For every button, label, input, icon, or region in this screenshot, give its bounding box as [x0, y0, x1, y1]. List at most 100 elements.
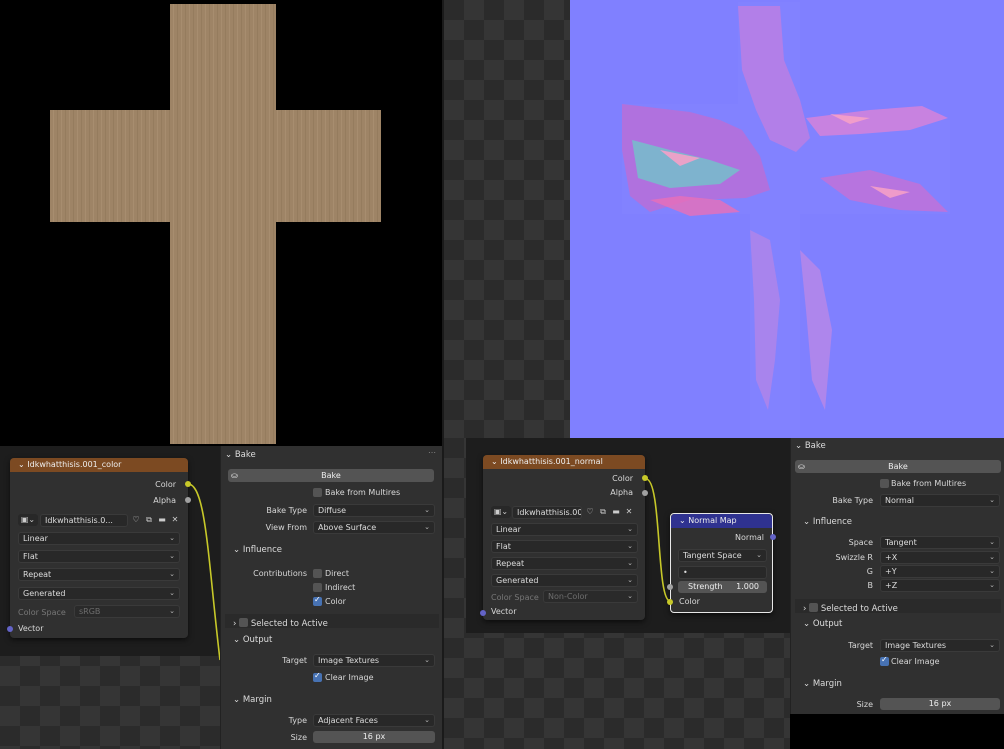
strength-field[interactable]: Strength 1.000 — [678, 581, 767, 593]
input-vector-socket[interactable] — [480, 610, 486, 616]
output-subpanel-header[interactable]: ⌄ Output — [233, 635, 272, 645]
space-label: Space — [848, 538, 873, 547]
clear-image-checkbox[interactable] — [313, 671, 322, 682]
folder-icon[interactable]: ▬ — [610, 506, 622, 518]
indirect-checkbox[interactable] — [313, 583, 322, 592]
bake-type-label: Bake Type — [832, 496, 873, 505]
margin-type-dropdown[interactable]: Adjacent Faces ⌄ — [313, 714, 435, 727]
extension-dropdown[interactable]: Repeat ⌄ — [491, 557, 638, 570]
image-texture-node-normal[interactable]: ⌄ Idkwhatthisis.001_normal Color Alpha ▣… — [480, 455, 648, 620]
output-alpha-socket[interactable] — [642, 490, 648, 496]
node-title: Normal Map — [688, 516, 737, 525]
folder-icon[interactable]: ▬ — [156, 514, 168, 526]
space-dropdown[interactable]: Tangent Space ⌄ — [678, 549, 767, 562]
image-browse-icon[interactable]: ▣⌄ — [18, 514, 38, 526]
input-strength-socket[interactable] — [667, 584, 673, 590]
close-icon[interactable]: ✕ — [623, 506, 635, 518]
normal-bake-image — [570, 0, 1004, 438]
bake-panel-left: ⌄ Bake ⋯ ⛀ Bake Bake from Multires Bake T… — [220, 446, 442, 749]
image-texture-node-color[interactable]: ⌄ Idkwhatthisis.001_color Color Alpha ▣⌄… — [7, 458, 191, 638]
fake-user-icon[interactable]: ♡ — [130, 514, 142, 526]
bake-panel-header[interactable]: ⌄ Bake — [795, 441, 826, 451]
drag-handle-icon[interactable]: ⋯ — [428, 448, 436, 457]
color-space-label: Color Space — [18, 608, 66, 617]
target-dropdown[interactable]: Image Textures ⌄ — [880, 639, 1000, 652]
source-dropdown[interactable]: Generated ⌄ — [491, 574, 638, 587]
output-normal-socket[interactable] — [770, 534, 776, 540]
interpolation-dropdown[interactable]: Linear ⌄ — [491, 523, 638, 536]
input-color-label: Color — [679, 597, 700, 606]
output-color-socket[interactable] — [185, 481, 191, 487]
selected-to-active-header[interactable]: › Selected to Active — [233, 617, 328, 629]
color-bake-image — [0, 0, 444, 446]
input-color-socket[interactable] — [667, 599, 673, 605]
target-label: Target — [282, 656, 307, 665]
margin-type-label: Type — [288, 716, 307, 725]
clear-image-label: Clear Image — [325, 673, 374, 682]
image-editor-right-background — [444, 0, 570, 438]
influence-subpanel-header[interactable]: ⌄ Influence — [233, 545, 282, 555]
bake-type-dropdown[interactable]: Diffuse ⌄ — [313, 504, 435, 517]
output-color-socket[interactable] — [642, 475, 648, 481]
target-dropdown[interactable]: Image Textures ⌄ — [313, 654, 435, 667]
output-alpha-label: Alpha — [610, 488, 633, 497]
wood-cross-texture — [50, 4, 381, 444]
bake-from-multires-label: Bake from Multires — [891, 479, 967, 488]
bake-button[interactable]: ⛀ Bake — [795, 460, 1001, 473]
output-alpha-socket[interactable] — [185, 497, 191, 503]
bake-button[interactable]: ⛀ Bake — [228, 469, 434, 482]
direct-label: Direct — [325, 569, 349, 578]
bake-type-dropdown[interactable]: Normal ⌄ — [880, 494, 1000, 507]
swizzle-r-dropdown[interactable]: +X ⌄ — [880, 551, 1000, 564]
swizzle-r-label: Swizzle R — [835, 553, 874, 562]
bake-from-multires-checkbox[interactable] — [313, 488, 322, 497]
image-name-field[interactable]: Idkwhatthisis.0... — [40, 514, 128, 527]
bake-from-multires-checkbox[interactable] — [880, 479, 889, 488]
swizzle-b-dropdown[interactable]: +Z ⌄ — [880, 579, 1000, 592]
margin-subpanel-header[interactable]: ⌄ Margin — [233, 695, 272, 705]
node-header[interactable]: ⌄ Normal Map — [671, 514, 772, 528]
duplicate-icon[interactable]: ⧉ — [597, 506, 609, 518]
margin-size-label: Size — [290, 733, 307, 742]
margin-size-field[interactable]: 16 px — [880, 698, 1000, 710]
bake-from-multires-label: Bake from Multires — [325, 488, 401, 497]
color-space-dropdown: Non-Color ⌄ — [543, 590, 638, 603]
swizzle-b-label: B — [867, 581, 874, 590]
clear-image-checkbox[interactable] — [880, 655, 889, 666]
image-name-field[interactable]: Idkwhatthisis.00... — [512, 506, 582, 519]
close-icon[interactable]: ✕ — [169, 514, 181, 526]
selected-to-active-header[interactable]: › Selected to Active — [803, 602, 898, 614]
image-browse-icon[interactable]: ▣⌄ — [491, 506, 511, 518]
output-subpanel-header[interactable]: ⌄ Output — [803, 619, 842, 629]
influence-subpanel-header[interactable]: ⌄ Influence — [803, 517, 852, 527]
projection-dropdown[interactable]: Flat ⌄ — [18, 550, 180, 563]
input-vector-socket[interactable] — [7, 626, 13, 632]
output-color-label: Color — [612, 474, 633, 483]
duplicate-icon[interactable]: ⧉ — [143, 514, 155, 526]
fake-user-icon[interactable]: ♡ — [584, 506, 596, 518]
bake-panel-right: ⌄ Bake ⛀ Bake Bake from Multires Bake Typ… — [790, 438, 1004, 714]
indirect-label: Indirect — [325, 583, 356, 592]
margin-subpanel-header[interactable]: ⌄ Margin — [803, 679, 842, 689]
input-vector-label: Vector — [18, 624, 44, 633]
color-checkbox[interactable] — [313, 595, 322, 606]
margin-size-label: Size — [856, 700, 873, 709]
swizzle-g-label: G — [866, 567, 873, 576]
normal-map-texture — [622, 2, 950, 430]
swizzle-g-dropdown[interactable]: +Y ⌄ — [880, 565, 1000, 578]
source-dropdown[interactable]: Generated ⌄ — [18, 587, 180, 600]
view-from-dropdown[interactable]: Above Surface ⌄ — [313, 521, 435, 534]
margin-size-field[interactable]: 16 px — [313, 731, 435, 743]
bake-panel-header[interactable]: ⌄ Bake — [225, 450, 256, 460]
space-dropdown[interactable]: Tangent ⌄ — [880, 536, 1000, 549]
normal-map-node[interactable]: ⌄ Normal Map Normal Tangent Space ⌄ • Str… — [667, 513, 776, 613]
projection-dropdown[interactable]: Flat ⌄ — [491, 540, 638, 553]
interpolation-dropdown[interactable]: Linear ⌄ — [18, 532, 180, 545]
node-header[interactable]: ⌄ Idkwhatthisis.001_normal — [483, 455, 645, 469]
direct-checkbox[interactable] — [313, 569, 322, 578]
output-alpha-label: Alpha — [153, 496, 176, 505]
output-normal-label: Normal — [735, 533, 764, 542]
node-header[interactable]: ⌄ Idkwhatthisis.001_color — [10, 458, 188, 472]
uv-map-field[interactable]: • — [678, 566, 767, 579]
extension-dropdown[interactable]: Repeat ⌄ — [18, 568, 180, 581]
